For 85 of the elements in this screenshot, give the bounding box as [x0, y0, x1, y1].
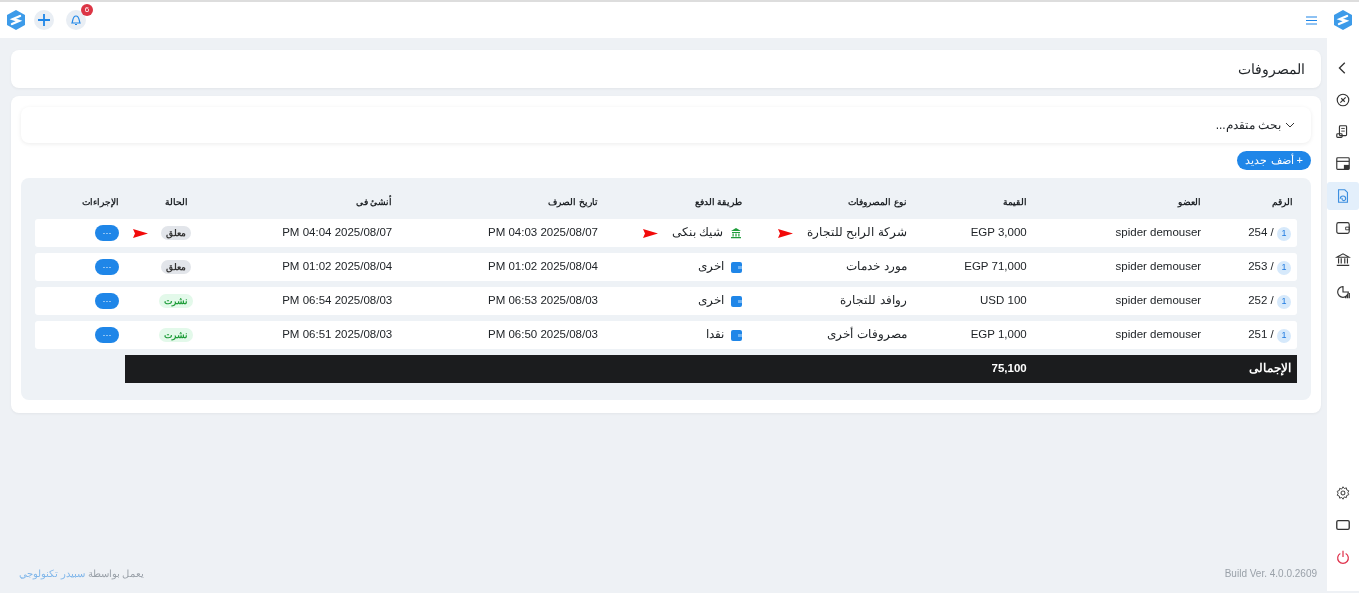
status-badge: معلق	[161, 226, 192, 241]
spent-date: 2025/08/03 06:50 PM	[488, 328, 598, 341]
flag-icon	[642, 228, 658, 238]
payment-method: اخرى	[698, 294, 725, 307]
add-button[interactable]	[34, 10, 54, 30]
screen-icon[interactable]	[1335, 517, 1351, 533]
column-header: تاريخ الصرف	[548, 196, 598, 207]
column-header: أنشئ فى	[355, 196, 393, 207]
amount: EGP 1,000	[970, 328, 1027, 341]
expense-type: روافد للتجارة	[840, 294, 907, 307]
status-badge: معلق	[161, 260, 192, 275]
menu-icon[interactable]	[1306, 15, 1317, 25]
count-badge: 1	[1277, 329, 1291, 344]
flag-icon	[778, 228, 794, 238]
add-new-button[interactable]: + أضف جديد	[1237, 151, 1311, 170]
expense-type: مصروفات أخرى	[827, 328, 907, 341]
record-number: 251	[1248, 328, 1268, 341]
total-label: الإجمالى	[1249, 362, 1291, 375]
spent-date: 2025/08/04 01:02 PM	[488, 260, 598, 273]
count-badge: 1	[1277, 261, 1291, 276]
separator: /	[1270, 328, 1274, 341]
spent-date: 2025/08/03 06:53 PM	[488, 294, 598, 307]
created-date: 2025/08/07 04:04 PM	[282, 226, 393, 239]
build-version: Build Ver. 4.0.0.2609	[1224, 567, 1317, 581]
column-header: العضو	[1178, 196, 1202, 207]
store-icon	[1335, 156, 1351, 172]
column-header: نوع المصروفات	[848, 196, 907, 207]
payment-method: نقدا	[706, 328, 725, 341]
expense-type: مورد خدمات	[846, 260, 907, 273]
record-number: 253	[1248, 260, 1268, 273]
created-date: 2025/08/03 06:51 PM	[282, 328, 393, 341]
bell-icon	[70, 14, 82, 26]
spent-date: 2025/08/07 04:03 PM	[488, 226, 598, 239]
amount: EGP 3,000	[970, 226, 1027, 239]
document-icon	[1335, 188, 1351, 204]
status-badge: نشرت	[159, 328, 194, 343]
notification-count: 6	[81, 4, 93, 16]
created-date: 2025/08/03 06:54 PM	[282, 294, 393, 307]
created-date: 2025/08/04 01:02 PM	[282, 260, 393, 273]
notification-button[interactable]	[66, 10, 86, 30]
count-badge: 1	[1277, 227, 1291, 242]
flag-icon	[133, 229, 148, 238]
separator: /	[1270, 260, 1274, 273]
actions-button[interactable]: ···	[95, 225, 119, 242]
amount: EGP 71,000	[964, 260, 1027, 273]
company-link[interactable]: سبيدر تكنولوجي	[19, 568, 85, 579]
count-badge: 1	[1277, 295, 1291, 310]
logo-icon	[1333, 10, 1353, 30]
pie-chart-icon	[1335, 284, 1351, 300]
actions-button[interactable]: ···	[95, 327, 119, 344]
column-header: الإجراءات	[82, 196, 119, 207]
separator: /	[1270, 226, 1274, 239]
payment-method: شيك بنكى	[671, 226, 724, 239]
member-name: spider demouser	[1115, 328, 1202, 341]
actions-button[interactable]: ···	[95, 259, 119, 276]
member-name: spider demouser	[1115, 260, 1202, 273]
wallet-icon	[731, 329, 743, 341]
record-number: 252	[1248, 294, 1268, 307]
plus-icon	[38, 14, 50, 26]
power-icon[interactable]	[1335, 549, 1351, 565]
column-header: طريقة الدفع	[694, 196, 743, 207]
wallet-icon	[1335, 220, 1351, 236]
member-name: spider demouser	[1115, 226, 1202, 239]
powered-by-text: يعمل بواسطة سبيدر تكنولوجي	[19, 567, 145, 581]
wallet-icon	[731, 261, 743, 273]
column-header: القيمة	[1002, 196, 1027, 207]
chevron-down-icon	[1285, 121, 1295, 129]
settings-icon[interactable]	[1335, 485, 1351, 501]
actions-button[interactable]: ···	[95, 293, 119, 310]
wallet-icon	[731, 295, 743, 307]
advanced-search-toggle[interactable]: بحث متقدم...	[21, 107, 1311, 143]
column-header: الرقم	[1272, 196, 1293, 207]
record-number: 254	[1248, 226, 1268, 239]
expense-type: شركة الرابح للتجارة	[807, 226, 907, 239]
bank-icon	[1335, 252, 1351, 268]
column-header: الحالة	[164, 196, 188, 207]
total-amount: 75,100	[991, 362, 1027, 375]
separator: /	[1270, 294, 1274, 307]
bank-icon	[730, 227, 743, 240]
status-badge: نشرت	[159, 294, 194, 309]
logo-icon	[6, 10, 26, 30]
amount: USD 100	[980, 294, 1027, 307]
member-name: spider demouser	[1115, 294, 1202, 307]
page-title: المصروفات	[1238, 59, 1305, 80]
payment-method: اخرى	[698, 260, 725, 273]
